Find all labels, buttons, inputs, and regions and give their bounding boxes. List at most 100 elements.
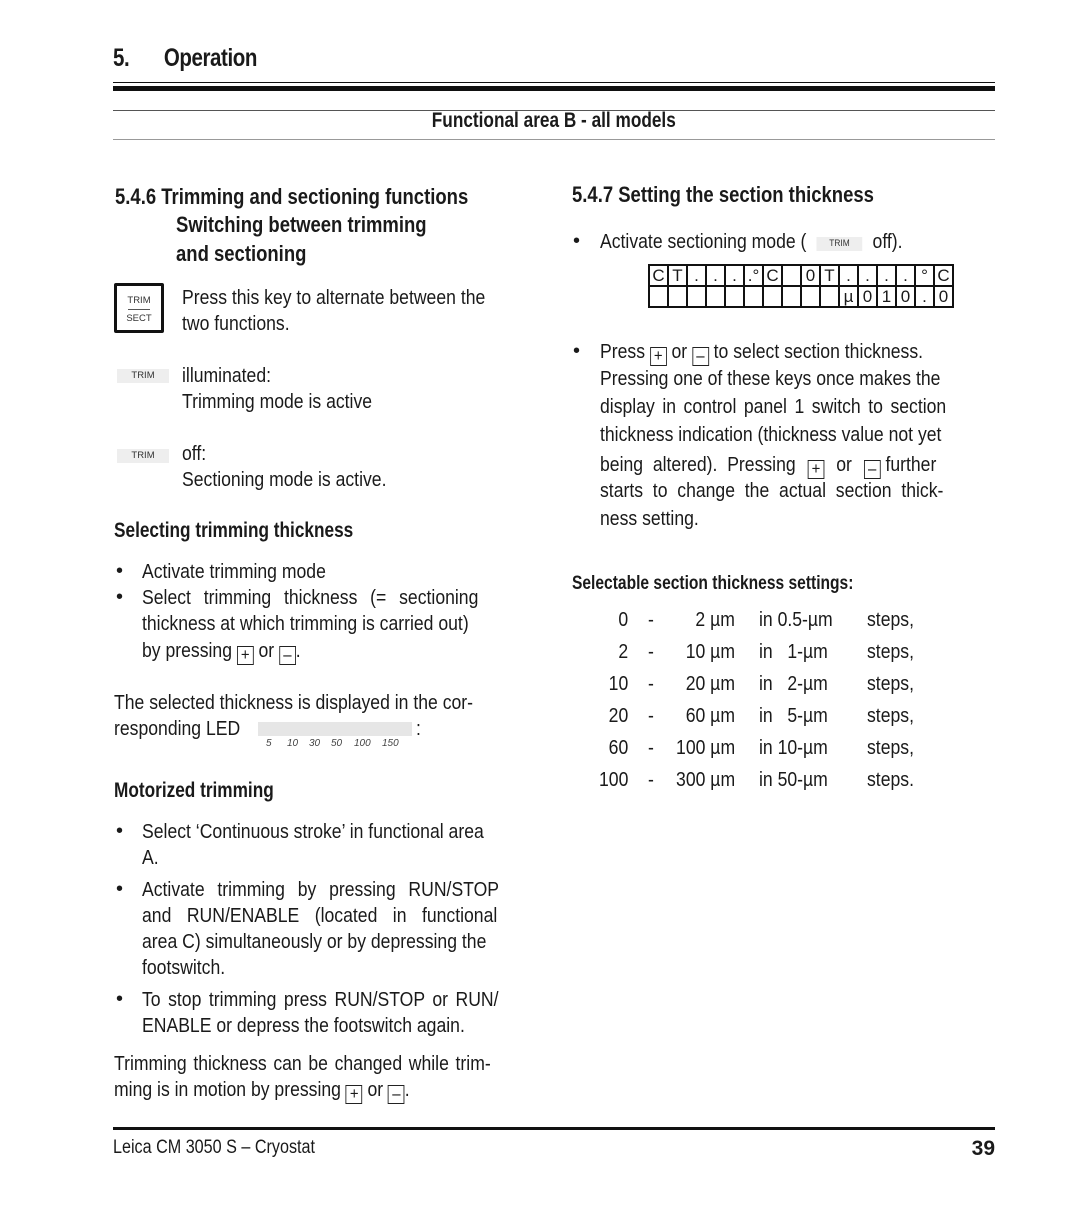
to-value: 10 µm — [685, 641, 735, 663]
lcd-cell — [667, 285, 688, 308]
minus-key[interactable]: – — [279, 646, 296, 665]
key-label-trim: TRIM — [127, 295, 151, 306]
from-value: 100 — [598, 769, 628, 791]
motorized-bullet-1: Select ‘Continuous stroke’ in functional… — [142, 821, 484, 843]
bullet: • — [116, 820, 124, 842]
lcd-cell: µ — [838, 285, 859, 308]
closing-line2: ming is in motion by pressing + or –. — [114, 1079, 410, 1104]
selecting-bullet-2-end: by pressing + or –. — [142, 640, 301, 665]
table-row: 60-100 µm in 10-µm steps, — [575, 737, 935, 769]
footer-rule — [113, 1127, 995, 1130]
dash: - — [648, 641, 654, 663]
from-value: 60 — [608, 737, 628, 759]
led-scale-label: 100 — [354, 738, 371, 749]
lcd-cell: . — [914, 285, 935, 308]
plus-key[interactable]: + — [236, 646, 254, 665]
lcd-cell: 0 — [800, 264, 821, 287]
lcd-cell: ° — [914, 264, 935, 287]
key-label-sect: SECT — [126, 313, 152, 324]
led-scale-label: 10 — [287, 738, 299, 749]
trim-led-illuminated: TRIM — [117, 369, 169, 383]
lcd-cell: . — [895, 264, 916, 287]
step-value: in 1-µm — [759, 641, 828, 663]
plus-key[interactable]: + — [345, 1085, 363, 1104]
selecting-bullet-2-cont: thickness at which trimming is carried o… — [142, 613, 469, 635]
table-row: 2- 10 µm in 1-µm steps, — [575, 641, 935, 673]
off-label: off: — [182, 443, 207, 465]
lcd-cell — [762, 285, 783, 308]
plus-key[interactable]: + — [807, 460, 825, 479]
off-desc: Sectioning mode is active. — [182, 469, 387, 491]
led-scale-label: 5 — [266, 738, 272, 749]
lcd-cell: . — [724, 264, 745, 287]
to-value: 100 µm — [675, 737, 735, 759]
led-scale-label: 30 — [309, 738, 321, 749]
motorized-bullet-2-l2: and RUN/ENABLE (located in functional — [142, 905, 498, 927]
footer-product: Leica CM 3050 S – Cryostat — [113, 1137, 315, 1158]
plus-key[interactable]: + — [649, 347, 667, 366]
table-row: 10- 20 µm in 2-µm steps, — [575, 673, 935, 705]
press-line-7: ness setting. — [600, 508, 699, 530]
bullet: • — [573, 340, 581, 362]
subtitle-rule-bottom — [113, 139, 995, 140]
dash: - — [648, 673, 654, 695]
lcd-cell — [819, 285, 840, 308]
steps-text: steps. — [867, 769, 914, 791]
motorized-bullet-3: To stop trimming press RUN/STOP or RUN/ — [142, 989, 499, 1011]
from-value: 10 — [608, 673, 628, 695]
lcd-cell — [705, 285, 726, 308]
step-value: in 0.5-µm — [759, 609, 833, 631]
trim-sect-key[interactable]: TRIM SECT — [114, 283, 164, 333]
bullet: • — [116, 988, 124, 1010]
led-scale-label: 50 — [331, 738, 343, 749]
minus-key[interactable]: – — [388, 1085, 405, 1104]
key-divider — [128, 309, 150, 310]
to-value: 60 µm — [685, 705, 735, 727]
or-text: or — [258, 640, 275, 662]
press-line-1: Press + or – to select section thickness… — [600, 341, 924, 366]
key-desc-line2: two functions. — [182, 313, 290, 335]
selecting-heading: Selecting trimming thickness — [114, 519, 354, 542]
lcd-display: C T... .° C 0 T.... ° C µ010.0 — [648, 264, 954, 308]
dash: - — [648, 609, 654, 631]
closing-line2-text: ming is in motion by pressing — [114, 1079, 341, 1101]
steps-text: steps, — [867, 609, 914, 631]
key-desc-line1: Press this key to alternate between the — [182, 287, 486, 309]
bullet: • — [116, 878, 124, 900]
header-rule-thick — [113, 86, 995, 91]
or-text: or — [367, 1079, 384, 1101]
steps-text: steps, — [867, 673, 914, 695]
lcd-row-2: µ010.0 — [648, 285, 954, 308]
led-scale-label: 150 — [382, 738, 399, 749]
minus-key[interactable]: – — [692, 347, 709, 366]
lcd-cell: . — [857, 264, 878, 287]
step-value: in 50-µm — [759, 769, 828, 791]
steps-text: steps, — [867, 641, 914, 663]
illuminated-label: illuminated: — [182, 365, 272, 387]
lcd-cell: 0 — [895, 285, 916, 308]
section-title-546: 5.4.6 Trimming and sectioning functions — [115, 184, 469, 209]
table-row: 100-300 µm in 50-µm steps. — [575, 769, 935, 801]
section-title-547: 5.4.7 Setting the section thickness — [572, 182, 874, 207]
illuminated-desc: Trimming mode is active — [182, 391, 373, 413]
to-value: 20 µm — [685, 673, 735, 695]
lcd-cell: T — [667, 264, 688, 287]
from-value: 0 — [618, 609, 628, 631]
lcd-cell: 0 — [933, 285, 954, 308]
to-value: 2 µm — [695, 609, 735, 631]
table-row: 20- 60 µm in 5-µm steps, — [575, 705, 935, 737]
chapter-number: 5. — [113, 44, 130, 72]
motorized-bullet-2-l4: footswitch. — [142, 957, 226, 979]
led-scale: 5 10 30 50 100 150 — [258, 738, 418, 752]
lcd-cell — [686, 285, 707, 308]
motorized-bullet-2: Activate trimming by pressing RUN/STOP — [142, 879, 500, 901]
from-value: 2 — [618, 641, 628, 663]
minus-key[interactable]: – — [863, 460, 881, 479]
lcd-cell: C — [933, 264, 954, 287]
table-row: 0- 2 µm in 0.5-µm steps, — [575, 609, 935, 641]
activate-text: Activate sectioning mode ( — [600, 231, 807, 253]
lcd-cell: . — [705, 264, 726, 287]
dash: - — [648, 769, 654, 791]
press-line-2: Pressing one of these keys once makes th… — [600, 368, 941, 390]
motorized-bullet-1-cont: A. — [142, 847, 159, 869]
